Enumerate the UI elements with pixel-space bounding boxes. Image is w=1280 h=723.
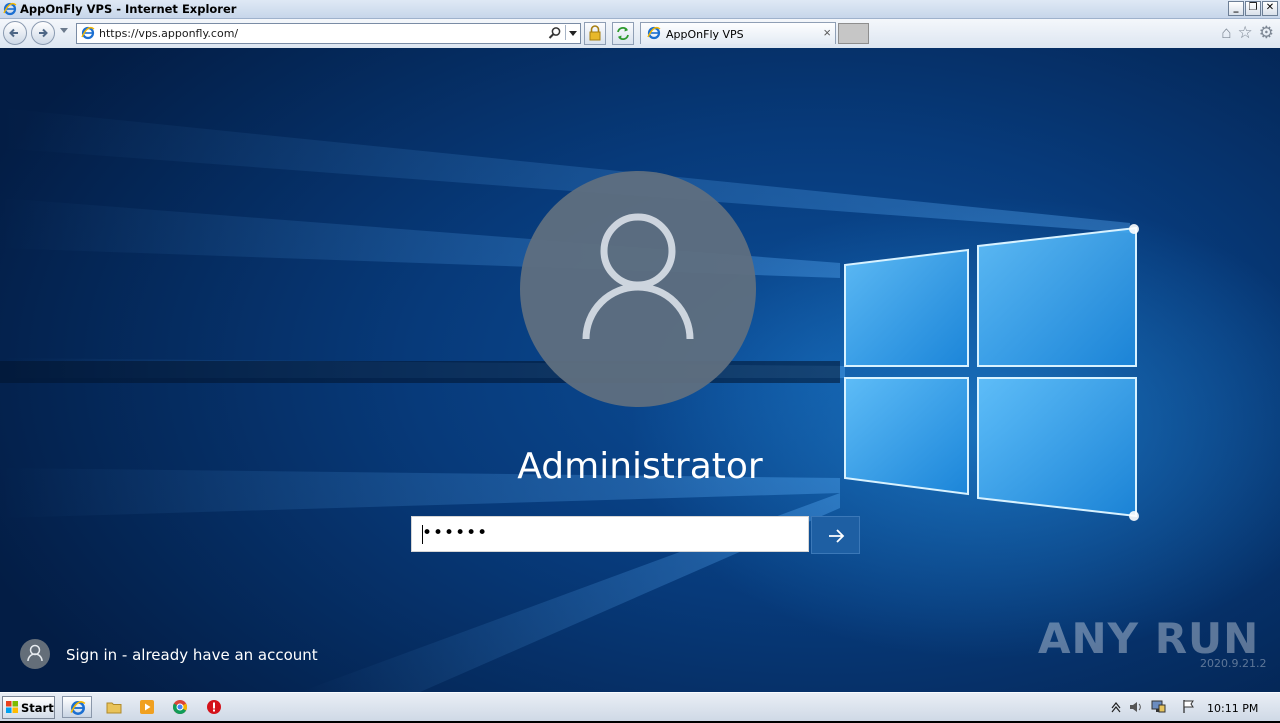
folder-icon: [106, 702, 122, 714]
page-ie-icon: [81, 26, 95, 40]
recent-pages-dropdown[interactable]: [60, 28, 68, 33]
browser-toolbar: https://vps.apponfly.com/ AppOnFly VPS ×: [0, 19, 1280, 49]
start-label: Start: [21, 701, 54, 715]
tab-apponfly[interactable]: AppOnFly VPS ×: [640, 22, 836, 44]
user-silhouette-icon: [582, 213, 694, 340]
close-window-button[interactable]: ✕: [1262, 1, 1278, 16]
refresh-button[interactable]: [612, 22, 634, 45]
tab-label: AppOnFly VPS: [666, 28, 744, 41]
minimize-button[interactable]: _: [1228, 1, 1244, 16]
taskbar-clock[interactable]: 10:11 PM: [1207, 702, 1258, 715]
address-bar[interactable]: https://vps.apponfly.com/: [76, 23, 581, 44]
window-title: AppOnFly VPS - Internet Explorer: [20, 2, 237, 16]
security-lock-button[interactable]: [584, 22, 606, 45]
volume-icon[interactable]: [1130, 702, 1141, 712]
small-user-icon: [20, 639, 50, 669]
stop-icon: [207, 700, 221, 714]
anyrun-watermark: ANY RUN: [1038, 614, 1260, 663]
media-player-icon: [140, 700, 154, 714]
new-tab-button[interactable]: [838, 23, 869, 44]
taskbar-stop-app[interactable]: [199, 696, 229, 718]
url-text[interactable]: https://vps.apponfly.com/: [99, 27, 238, 40]
password-mask: ••••••: [422, 523, 489, 543]
password-input[interactable]: ••••••: [411, 516, 809, 552]
signin-label: Sign in - already have an account: [66, 646, 318, 664]
back-arrow-icon: [9, 28, 18, 38]
taskbar-chrome[interactable]: [165, 696, 195, 718]
taskbar-internet-explorer[interactable]: [62, 696, 92, 718]
tab-close-icon[interactable]: ×: [823, 25, 831, 40]
action-center-flag-icon[interactable]: [1183, 700, 1194, 713]
username-label: Administrator: [517, 446, 763, 487]
network-icon[interactable]: [1151, 700, 1166, 713]
user-avatar: [520, 171, 756, 407]
system-tray: [1104, 696, 1200, 718]
taskbar-explorer[interactable]: [99, 696, 129, 718]
arrow-right-icon: [829, 529, 845, 543]
forward-arrow-icon: [39, 28, 48, 38]
ie-logo-icon: [3, 2, 17, 16]
start-button[interactable]: Start: [2, 696, 55, 719]
home-icon[interactable]: ⌂: [1221, 24, 1231, 42]
restore-button[interactable]: ❐: [1245, 1, 1261, 16]
lock-icon: [589, 25, 601, 41]
favorites-star-icon[interactable]: ☆: [1238, 24, 1253, 42]
taskbar-media-player[interactable]: [132, 696, 162, 718]
windows-flag-icon: [6, 701, 18, 713]
taskbar: Start 10:11 PM: [0, 692, 1280, 721]
back-button[interactable]: [3, 21, 27, 45]
login-screen: Administrator •••••• Sign in - already h…: [0, 48, 1280, 692]
submit-button[interactable]: [811, 516, 860, 554]
watermark-version: 2020.9.21.2: [1200, 657, 1267, 670]
refresh-icon: [617, 27, 629, 40]
search-icon[interactable]: [548, 26, 562, 40]
address-dropdown-button[interactable]: [565, 25, 579, 40]
tray-expand-icon[interactable]: [1111, 702, 1121, 713]
ie-icon: [70, 701, 86, 715]
forward-button[interactable]: [31, 21, 55, 45]
window-title-bar: AppOnFly VPS - Internet Explorer _ ❐ ✕: [0, 0, 1280, 19]
chrome-icon: [172, 700, 188, 715]
settings-gear-icon[interactable]: ⚙: [1259, 24, 1274, 42]
tab-ie-icon: [647, 26, 661, 40]
